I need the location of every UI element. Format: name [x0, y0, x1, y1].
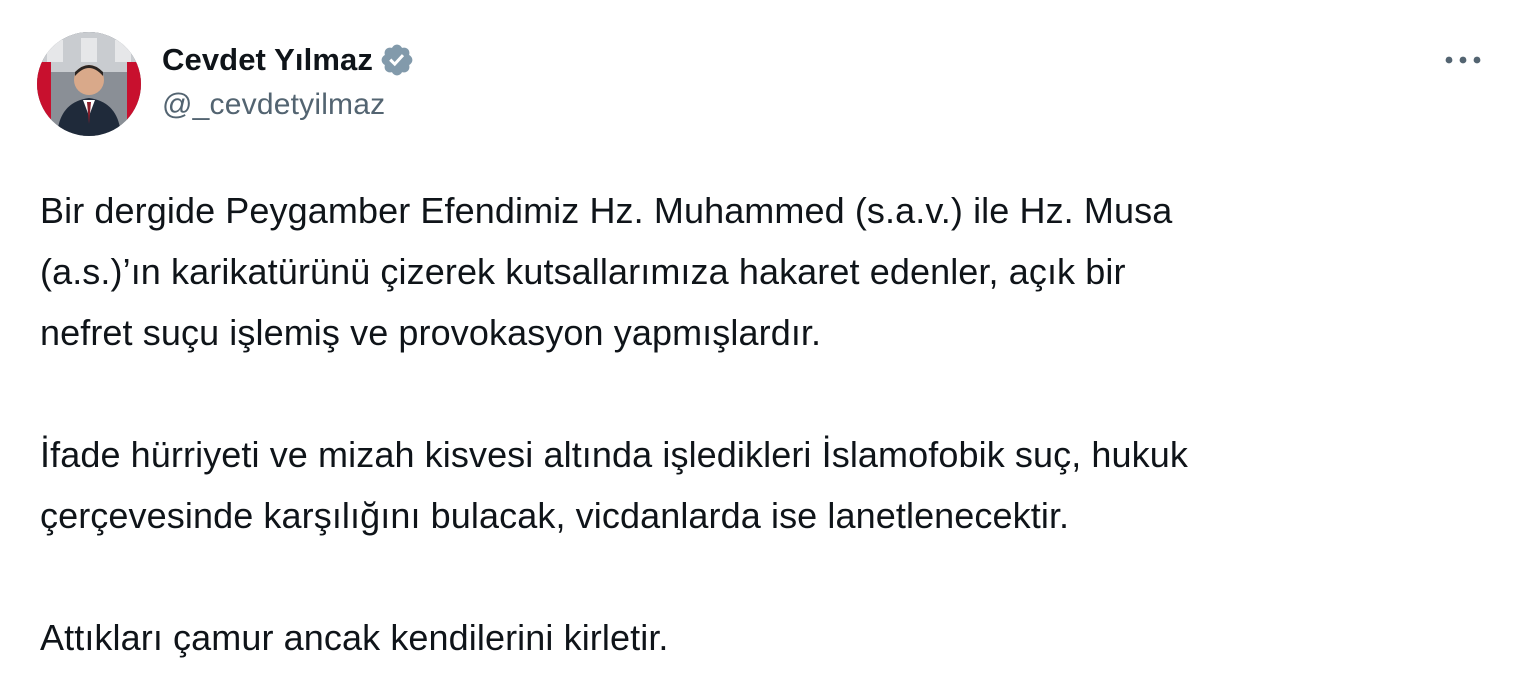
- author-block: Cevdet Yılmaz @_cevdetyilmaz: [162, 38, 415, 122]
- more-dots-icon: [1445, 56, 1481, 64]
- tweet-text: Bir dergide Peygamber Efendimiz Hz. Muha…: [40, 180, 1490, 668]
- name-row: Cevdet Yılmaz: [162, 38, 415, 82]
- tweet-paragraph: Attıkları çamur ancak kendilerini kirlet…: [40, 617, 669, 658]
- avatar[interactable]: [37, 32, 141, 136]
- display-name[interactable]: Cevdet Yılmaz: [162, 42, 373, 78]
- tweet-paragraph: Bir dergide Peygamber Efendimiz Hz. Muha…: [40, 190, 1173, 353]
- avatar-photo-icon: [37, 32, 141, 136]
- verified-badge-icon[interactable]: [379, 42, 415, 78]
- user-handle[interactable]: @_cevdetyilmaz: [162, 88, 415, 122]
- tweet-paragraph: İfade hürriyeti ve mizah kisvesi altında…: [40, 434, 1188, 536]
- tweet-card: Cevdet Yılmaz @_cevdetyilmaz Bir dergide…: [0, 0, 1519, 675]
- more-options-button[interactable]: [1441, 40, 1485, 80]
